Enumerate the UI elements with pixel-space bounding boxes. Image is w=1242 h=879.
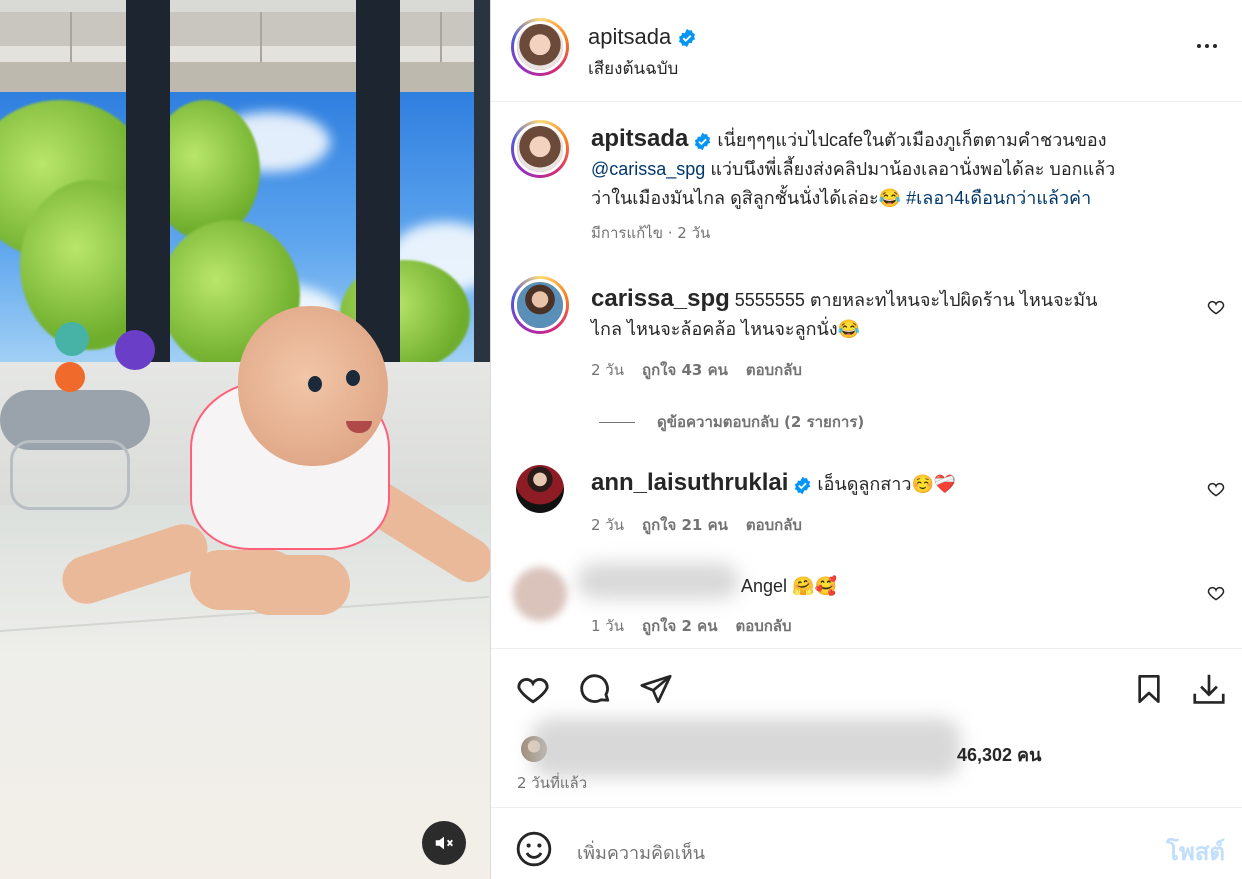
speaker-muted-icon [435, 836, 453, 850]
verified-icon [695, 132, 711, 150]
heart-icon[interactable] [1206, 583, 1226, 603]
download-button[interactable] [1189, 669, 1229, 709]
comment-time: 2 วัน [591, 516, 624, 534]
comment-input[interactable]: เพิ่มความคิดเห็น [577, 838, 705, 867]
share-button[interactable] [636, 669, 676, 709]
comment-likes[interactable]: ถูกใจ 21 คน [642, 513, 728, 537]
post-media[interactable] [0, 0, 490, 879]
comment-text: 5555555 ตายหละทไหนจะไปผิดร้าน ไหนจะมัน [729, 290, 1098, 310]
comment-item: Angel 🤗🥰 [741, 572, 1201, 601]
author-username[interactable]: apitsada [588, 24, 671, 49]
post-comment-button[interactable]: โพสต์ [1166, 832, 1225, 871]
heart-icon[interactable] [1206, 479, 1226, 499]
likes-summary[interactable]: 46,302 คน [517, 718, 1237, 778]
comment-icon [580, 674, 610, 703]
caption-username[interactable]: apitsada [591, 125, 688, 152]
reply-button[interactable]: ตอบกลับ [746, 513, 802, 537]
comment-button[interactable] [575, 669, 615, 709]
comment-avatar[interactable] [516, 465, 564, 513]
more-options-button[interactable] [1193, 36, 1221, 56]
caption-hashtag[interactable]: #เลอา4เดือนกว่าแล้วค่า [906, 188, 1091, 208]
post-time: 2 วันที่แล้ว [517, 774, 588, 792]
reply-button[interactable]: ตอบกลับ [746, 358, 802, 382]
comment-username[interactable]: ann_laisuthruklai [591, 469, 788, 496]
post-detail-panel: apitsada เสียงต้นฉบับ apitsada เนี่ยๆๆๆแ… [490, 0, 1242, 879]
comment-text: Angel 🤗🥰 [741, 576, 837, 596]
post-actions: 46,302 คน 2 วันที่แล้ว [491, 648, 1242, 808]
comment-meta: 1 วัน ถูกใจ 2 คน ตอบกลับ [591, 614, 792, 638]
verified-icon [795, 476, 811, 494]
view-replies-label[interactable]: ดูข้อความตอบกลับ (2 รายการ) [657, 410, 864, 434]
comment-likes[interactable]: ถูกใจ 2 คน [642, 614, 717, 638]
like-button[interactable] [513, 669, 553, 709]
mute-button[interactable] [422, 821, 466, 865]
comment-username[interactable]: carissa_spg [591, 285, 730, 312]
reply-button[interactable]: ตอบกลับ [735, 614, 791, 638]
likes-count[interactable]: 46,302 คน [957, 740, 1041, 769]
caption-avatar[interactable] [511, 120, 569, 178]
media-roof [0, 0, 490, 92]
add-comment-bar: เพิ่มความคิดเห็น โพสต์ [491, 808, 1242, 879]
comment-text: เอ็นดูลูกสาว☺️❤️‍🩹 [817, 474, 957, 494]
post-header: apitsada เสียงต้นฉบับ [491, 0, 1242, 102]
baby-bouncer [0, 370, 150, 520]
comment-text: ไกล ไหนจะล้อคล้อ ไหนจะลูกนั่ง😂 [591, 319, 861, 339]
caption-meta: มีการแก้ไข · 2 วัน [591, 224, 711, 242]
verified-icon [679, 29, 696, 48]
bookmark-icon [1138, 675, 1160, 703]
blurred-username [577, 563, 739, 599]
caption-text: เนี่ยๆๆๆแว่บไปcafeในตัวเมืองภูเก็ตตามคำช… [717, 130, 1107, 150]
more-horizontal-icon [1197, 44, 1201, 48]
comment-item: carissa_spg 5555555 ตายหละทไหนจะไปผิดร้า… [591, 284, 1201, 382]
comment-time: 2 วัน [591, 361, 624, 379]
comment-avatar[interactable] [511, 276, 569, 334]
comment-avatar[interactable] [513, 567, 567, 621]
author-avatar[interactable] [511, 18, 569, 76]
send-icon [640, 674, 672, 704]
save-button[interactable] [1129, 669, 1169, 709]
heart-icon[interactable] [1206, 297, 1226, 317]
author-username-row[interactable]: apitsada [588, 24, 697, 50]
download-icon [1193, 674, 1225, 704]
baby [56, 300, 490, 630]
emoji-icon[interactable] [515, 830, 553, 868]
heart-icon [517, 677, 549, 704]
comment-item: ann_laisuthruklai เอ็นดูลูกสาว☺️❤️‍🩹 2 ว… [591, 468, 1201, 537]
view-replies-button[interactable]: ดูข้อความตอบกลับ (2 รายการ) [599, 410, 864, 434]
caption: apitsada เนี่ยๆๆๆแว่บไปcafeในตัวเมืองภูเ… [591, 124, 1231, 245]
caption-mention[interactable]: @carissa_spg [591, 159, 705, 179]
comment-time: 1 วัน [591, 617, 624, 635]
blurred-likers [531, 718, 961, 778]
comment-likes[interactable]: ถูกใจ 43 คน [642, 358, 728, 382]
caption-text: ว่าในเมืองมันไกล ดูสิลูกชั้นนั่งได้เล่อะ… [591, 188, 907, 208]
audio-label[interactable]: เสียงต้นฉบับ [588, 55, 678, 82]
caption-text: แว่บนึงพี่เลี้ยงส่งคลิปมาน้องเลอานั่งพอไ… [705, 159, 1116, 179]
